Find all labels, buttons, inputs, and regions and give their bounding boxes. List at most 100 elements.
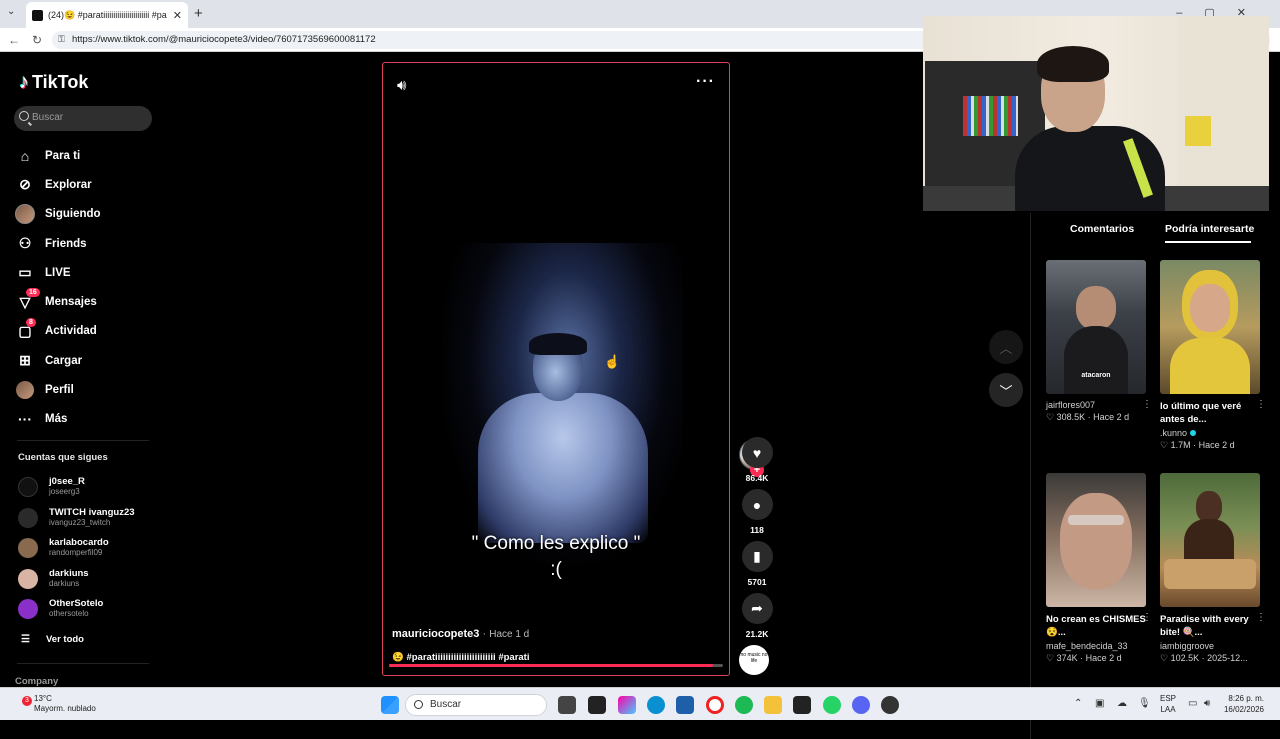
- video-thumbnail[interactable]: [1046, 473, 1146, 607]
- tab-podria-interesarte[interactable]: Podría interesarte: [1165, 223, 1254, 235]
- following-account[interactable]: OtherSotelo othersotelo: [18, 599, 103, 619]
- whatsapp-icon[interactable]: [823, 696, 841, 714]
- tab-title: (24)😉 #paratiiiiiiiiiiiiiiiiiiiiiii #pa: [48, 9, 167, 20]
- account-name: darkiuns: [49, 568, 89, 579]
- recommended-video-card[interactable]: atacaron ⋮ jairflores007 ♡ 308.5K · Hace…: [1046, 260, 1152, 423]
- tray-app-icon[interactable]: ▣: [1095, 698, 1104, 709]
- tab-comentarios[interactable]: Comentarios: [1070, 223, 1134, 235]
- save-action[interactable]: ▮ 5701: [739, 541, 775, 587]
- sidebar-item-cargar[interactable]: ⊞ Cargar: [15, 346, 155, 375]
- input-language[interactable]: ESP LAA: [1160, 693, 1176, 715]
- heart-icon[interactable]: ♥: [741, 437, 773, 468]
- network-icon[interactable]: ▭: [1188, 698, 1197, 709]
- recommended-video-card[interactable]: ⋮ No crean es CHISMES😵... mafe_bendecida…: [1046, 473, 1152, 664]
- site-info-icon[interactable]: ⚿: [58, 34, 65, 45]
- discord-icon[interactable]: [852, 696, 870, 714]
- comment-action[interactable]: ● 118: [739, 489, 775, 535]
- reload-icon[interactable]: ↻: [32, 33, 42, 47]
- epic-games-icon[interactable]: [793, 696, 811, 714]
- next-video-button[interactable]: ﹀: [989, 373, 1023, 407]
- sidebar-item-explorar[interactable]: ⊘ Explorar: [15, 170, 155, 199]
- volume-icon[interactable]: 🔊︎: [397, 77, 406, 94]
- chevron-up-icon[interactable]: ⌃: [1074, 698, 1082, 709]
- new-tab-icon[interactable]: +: [194, 5, 203, 22]
- previous-video-button[interactable]: ︿: [989, 330, 1023, 364]
- more-options-icon[interactable]: ···: [696, 73, 715, 91]
- video-thumbnail[interactable]: atacaron: [1046, 260, 1146, 394]
- video-thumbnail[interactable]: [1160, 473, 1260, 607]
- sidebar-item-siguiendo[interactable]: Siguiendo: [15, 200, 155, 229]
- sidebar-item-perfil[interactable]: Perfil: [15, 375, 155, 404]
- video-caption-line: " Como les explico ": [471, 533, 641, 554]
- search-input[interactable]: Buscar: [14, 106, 152, 131]
- video-player[interactable]: " Como les explico " :( 🔊︎ ··· mauricioc…: [382, 62, 730, 676]
- recommended-video-card[interactable]: ⋮ lo último que veré antes de... .kunno …: [1160, 260, 1266, 451]
- see-all-button[interactable]: ☰ Ver todo: [21, 634, 84, 645]
- sidebar-item-friends[interactable]: ⚇ Friends: [15, 229, 155, 258]
- more-options-icon[interactable]: ⋮: [1256, 399, 1266, 410]
- sidebar-item-label: Más: [45, 413, 68, 426]
- sidebar-item-para-ti[interactable]: ⌂ Para ti: [15, 141, 155, 170]
- sidebar-item-mensajes[interactable]: ▽ 16 Mensajes: [15, 287, 155, 316]
- like-action[interactable]: ♥ 86.4K: [739, 437, 775, 483]
- lang-layout: LAA: [1160, 705, 1176, 714]
- share-icon[interactable]: ➦: [741, 593, 773, 624]
- card-username-row[interactable]: .kunno: [1160, 428, 1260, 438]
- task-view-icon[interactable]: [558, 696, 576, 714]
- friends-icon: ⚇: [18, 235, 32, 252]
- file-explorer-icon[interactable]: [764, 696, 782, 714]
- sidebar-item-actividad[interactable]: ▢ 8 Actividad: [15, 317, 155, 346]
- taskbar-search[interactable]: Buscar: [405, 694, 547, 716]
- following-account[interactable]: j0see_R joseerg3: [18, 477, 85, 497]
- store-icon[interactable]: [676, 696, 694, 714]
- windows-start-icon[interactable]: [381, 696, 399, 714]
- comment-icon[interactable]: ●: [741, 489, 773, 520]
- following-account[interactable]: karlabocardo randomperfil09: [18, 538, 109, 558]
- recommended-video-card[interactable]: ⋮ Paradise with every bite! 🍭... iambigg…: [1160, 473, 1266, 664]
- capcut-icon[interactable]: [588, 696, 606, 714]
- webcam-door: [1178, 16, 1269, 211]
- card-title: Paradise with every bite! 🍭...: [1160, 614, 1249, 638]
- card-username[interactable]: mafe_bendecida_33: [1046, 641, 1146, 651]
- edge-icon[interactable]: [647, 696, 665, 714]
- sidebar-item-mas[interactable]: ··· Más: [15, 405, 155, 434]
- back-icon[interactable]: ←: [8, 33, 20, 47]
- browser-tab[interactable]: (24)😉 #paratiiiiiiiiiiiiiiiiiiiiiii #pa …: [26, 2, 188, 28]
- post-time: Hace 1 d: [489, 629, 530, 640]
- sidebar-item-label: Actividad: [45, 325, 97, 338]
- following-account[interactable]: TWITCH ivanguz23 ivanguz23_twitch: [18, 508, 135, 528]
- tab-list-icon[interactable]: ⌄: [7, 6, 15, 17]
- more-options-icon[interactable]: ⋮: [1256, 612, 1266, 623]
- company-link[interactable]: Company: [15, 676, 58, 687]
- weather-widget[interactable]: 3 13°C Mayorm. nublado: [12, 694, 96, 714]
- obs-icon[interactable]: [881, 696, 899, 714]
- video-thumbnail[interactable]: [1160, 260, 1260, 394]
- video-description[interactable]: 😉 #paratiiiiiiiiiiiiiiiiiiiiiii #parati: [392, 652, 529, 663]
- following-account[interactable]: darkiuns darkiuns: [18, 569, 89, 589]
- divider: [17, 663, 149, 664]
- tiktok-logo[interactable]: ♪ TikTok: [19, 71, 88, 94]
- spotify-icon[interactable]: [735, 696, 753, 714]
- cloud-icon[interactable]: ☁: [1117, 698, 1127, 709]
- clock[interactable]: 8:26 p. m. 16/02/2026: [1224, 693, 1264, 715]
- share-action[interactable]: ➦ 21.2K: [739, 593, 775, 639]
- clock-time: 8:26 p. m.: [1228, 694, 1264, 703]
- copilot-icon[interactable]: [618, 696, 636, 714]
- card-username[interactable]: iambiggroove: [1160, 641, 1260, 651]
- opera-icon[interactable]: [706, 696, 724, 714]
- music-disc[interactable]: no music no life: [739, 645, 769, 675]
- volume-icon[interactable]: 🔊︎: [1204, 698, 1210, 709]
- account-name: OtherSotelo: [49, 598, 104, 609]
- bookmark-icon[interactable]: ▮: [741, 541, 773, 572]
- video-progress-bar[interactable]: [389, 664, 723, 667]
- more-options-icon[interactable]: ⋮: [1142, 612, 1152, 623]
- video-subject-body: [478, 393, 648, 543]
- microphone-icon[interactable]: 🎙︎: [1138, 698, 1151, 709]
- close-icon[interactable]: ✕: [173, 9, 182, 22]
- card-title: lo último que veré antes de...: [1160, 401, 1242, 425]
- sidebar-item-live[interactable]: ▭ LIVE: [15, 258, 155, 287]
- comment-count: 118: [750, 525, 764, 535]
- video-author[interactable]: mauriciocopete3 · Hace 1 d: [392, 628, 529, 640]
- card-username[interactable]: jairflores007: [1046, 400, 1146, 410]
- more-options-icon[interactable]: ⋮: [1142, 399, 1152, 410]
